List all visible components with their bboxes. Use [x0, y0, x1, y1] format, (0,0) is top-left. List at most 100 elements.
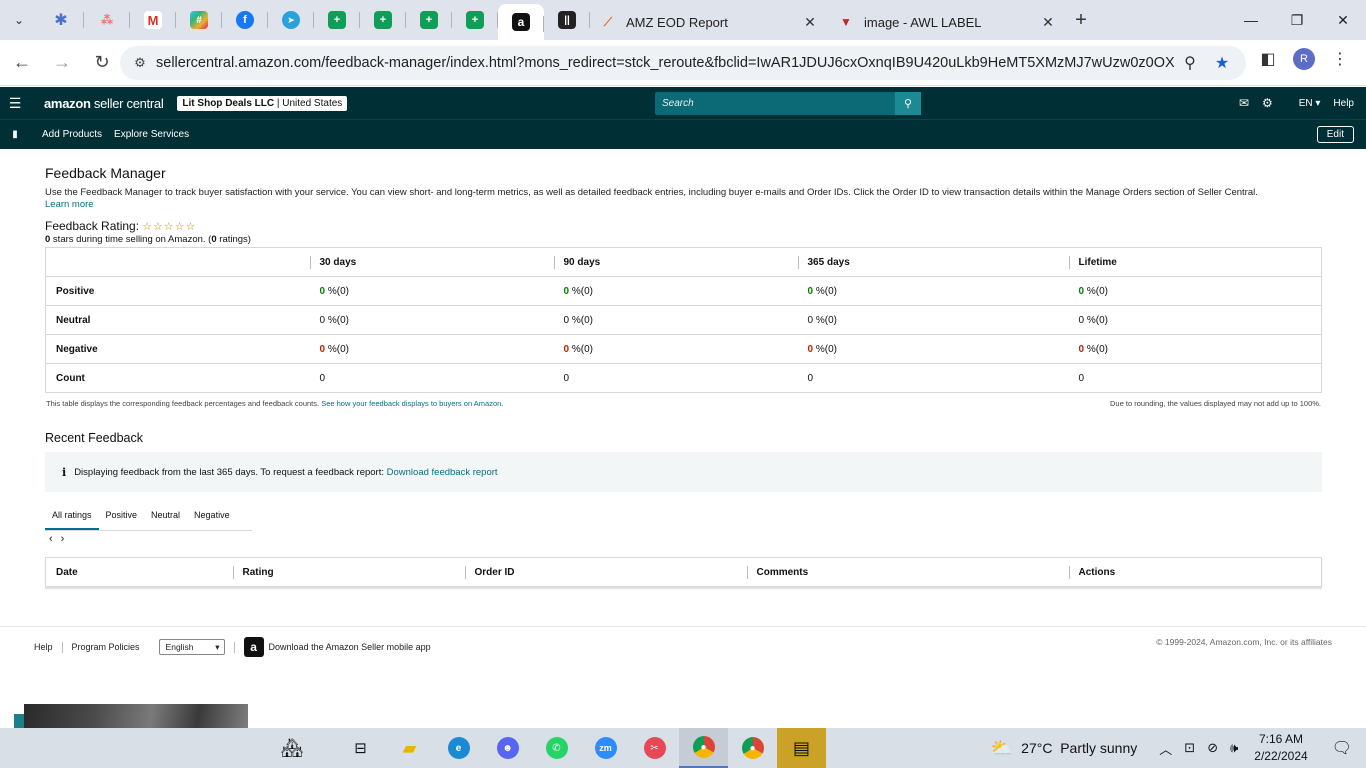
close-tab-icon[interactable]: ✕ — [802, 14, 818, 31]
row-label: Count — [45, 363, 310, 393]
pinned-tab-amazon[interactable]: a — [498, 4, 544, 40]
tab-negative[interactable]: Negative — [187, 502, 237, 530]
pinned-tab-sheets-2[interactable]: + — [360, 0, 406, 40]
table-header-row: Date Rating Order ID Comments Actions — [46, 558, 1322, 587]
discord-icon[interactable]: ☻ — [483, 728, 532, 768]
temperature: 27°C — [1021, 740, 1053, 756]
count-cell: 0 — [1068, 363, 1322, 393]
search-icon[interactable]: ⚲ — [895, 92, 921, 115]
zoom-app-icon[interactable]: zm — [581, 728, 630, 768]
bookmark-star-icon[interactable]: ★ — [1206, 53, 1238, 73]
hamburger-menu-icon[interactable]: ☰ — [0, 95, 30, 112]
tab-positive[interactable]: Positive — [99, 502, 145, 530]
learn-more-link[interactable]: Learn more — [45, 199, 94, 210]
profile-avatar[interactable]: R — [1293, 48, 1315, 70]
snipping-icon[interactable]: ✂ — [630, 728, 679, 768]
column-lifetime: Lifetime — [1068, 247, 1322, 277]
seller-central-subnav: ▮ Add Products Explore Services Edit — [0, 119, 1366, 149]
column-order-id[interactable]: Order ID — [464, 558, 747, 587]
tab-all-ratings[interactable]: All ratings — [45, 502, 99, 530]
whatsapp-icon[interactable]: ✆ — [532, 728, 581, 768]
site-settings-icon[interactable]: ⚙ — [124, 55, 156, 71]
volume-icon[interactable]: 🕪 — [1230, 740, 1238, 756]
account-name: Lit Shop Deals LLC — [182, 97, 275, 109]
pinned-tab-sheets-4[interactable]: + — [452, 0, 498, 40]
sheets-icon: + — [466, 11, 484, 29]
cell-suffix: %(0) — [325, 314, 349, 326]
zoom-icon[interactable]: ⚲ — [1174, 53, 1206, 73]
back-arrow-icon[interactable]: ← — [4, 52, 40, 73]
column-date[interactable]: Date — [46, 558, 233, 587]
new-tab-icon[interactable]: + — [1066, 9, 1096, 32]
address-bar[interactable]: ⚙ sellercentral.amazon.com/feedback-mana… — [120, 46, 1246, 80]
page-footer: Help Program Policies English ▾ a Downloa… — [0, 626, 1366, 704]
file-explorer-icon[interactable]: ▰ — [385, 728, 434, 768]
pinned-tab-asana-2[interactable]: ⁂ — [84, 0, 130, 40]
pinned-tab-gmail[interactable]: M — [130, 0, 176, 40]
forward-arrow-icon[interactable]: → — [44, 52, 80, 73]
clock[interactable]: 7:16 AM 2/22/2024 — [1254, 731, 1307, 765]
cell-suffix: %(0) — [1084, 314, 1108, 326]
column-actions[interactable]: Actions — [1068, 558, 1322, 587]
search-input[interactable]: Search — [655, 98, 895, 109]
close-window-icon[interactable]: ✕ — [1320, 0, 1366, 40]
video-pip-handle[interactable] — [14, 714, 24, 728]
url-text[interactable]: sellercentral.amazon.com/feedback-manage… — [156, 55, 1174, 71]
seller-search[interactable]: Search ⚲ — [655, 92, 921, 115]
pinned-tab-sheets-3[interactable]: + — [406, 0, 452, 40]
account-switcher[interactable]: Lit Shop Deals LLC | United States — [177, 95, 348, 111]
side-panel-icon[interactable]: ◧ — [1250, 49, 1286, 69]
more-menu-icon[interactable]: ⋮ — [1322, 49, 1358, 69]
chrome-icon[interactable]: ● — [679, 728, 728, 768]
page-title: Feedback Manager — [45, 165, 166, 181]
seller-central-logo[interactable]: amazon seller central — [44, 96, 164, 111]
gear-icon[interactable]: ⚙ — [1262, 96, 1273, 110]
bookmark-icon[interactable]: ▮ — [0, 129, 30, 140]
column-comments[interactable]: Comments — [746, 558, 1069, 587]
close-tab-icon[interactable]: ✕ — [1040, 14, 1056, 31]
buyer-display-link[interactable]: See how your feedback displays to buyers… — [321, 399, 503, 408]
footer-policies-link[interactable]: Program Policies — [72, 642, 140, 652]
pinned-tab-app[interactable]: || — [544, 0, 590, 40]
footer-help-link[interactable]: Help — [34, 642, 53, 652]
sticky-notes-icon[interactable]: ▤ — [777, 728, 826, 768]
chrome-profile-icon[interactable]: ● — [728, 728, 777, 768]
pinned-tab-telegram[interactable]: ➤ — [268, 0, 314, 40]
tab-amz-eod-report[interactable]: ⟋ AMZ EOD Report ✕ — [590, 4, 828, 40]
weather-widget[interactable]: ⛅ 27°C Partly sunny — [991, 738, 1138, 759]
restore-icon[interactable]: ❐ — [1274, 0, 1320, 40]
pinned-tab-asana[interactable]: ✱ — [38, 0, 84, 40]
pinned-tab-sheets-1[interactable]: + — [314, 0, 360, 40]
rounding-note: Due to rounding, the values displayed ma… — [1110, 399, 1321, 408]
partly-sunny-icon: ⛅ — [990, 737, 1014, 758]
chevron-up-icon[interactable]: ︿ — [1159, 739, 1172, 758]
column-rating[interactable]: Rating — [232, 558, 465, 587]
mail-icon[interactable]: ✉ — [1239, 96, 1249, 110]
tab-search-chevron-icon[interactable]: ⌄ — [0, 0, 38, 40]
footer-language-select[interactable]: English ▾ — [158, 639, 225, 655]
edit-nav-button[interactable]: Edit — [1316, 126, 1354, 143]
help-link[interactable]: Help — [1333, 98, 1354, 109]
widget-icon[interactable]: 🏘 — [248, 728, 336, 768]
pinned-tab-facebook[interactable]: f — [222, 0, 268, 40]
language-selector[interactable]: EN ▾ — [1286, 98, 1321, 109]
chevron-left-icon[interactable]: ‹ — [49, 533, 53, 545]
minimize-icon[interactable]: — — [1228, 0, 1274, 40]
nav-explore-services[interactable]: Explore Services — [114, 129, 189, 140]
tab-neutral[interactable]: Neutral — [144, 502, 187, 530]
reload-icon[interactable]: ↻ — [84, 52, 120, 73]
device-icon[interactable]: ⊡ — [1184, 740, 1195, 756]
notification-icon[interactable]: 🗨 — [1332, 738, 1352, 758]
nav-add-products[interactable]: Add Products — [42, 129, 102, 140]
rating-summary: 0 stars during time selling on Amazon. (… — [45, 234, 1322, 245]
download-report-link[interactable]: Download feedback report — [387, 467, 498, 478]
task-view-icon[interactable]: ⊟ — [336, 728, 385, 768]
pinned-tab-slack[interactable]: # — [176, 0, 222, 40]
chevron-right-icon[interactable]: › — [61, 533, 65, 545]
mobile-app-link[interactable]: Download the Amazon Seller mobile app — [269, 642, 431, 652]
network-icon[interactable]: ⊘ — [1207, 740, 1218, 756]
edge-icon[interactable]: e — [434, 728, 483, 768]
tab-awl-label[interactable]: ▼ image - AWL LABEL ✕ — [828, 4, 1066, 40]
amazon-app-icon[interactable]: a — [243, 637, 264, 657]
